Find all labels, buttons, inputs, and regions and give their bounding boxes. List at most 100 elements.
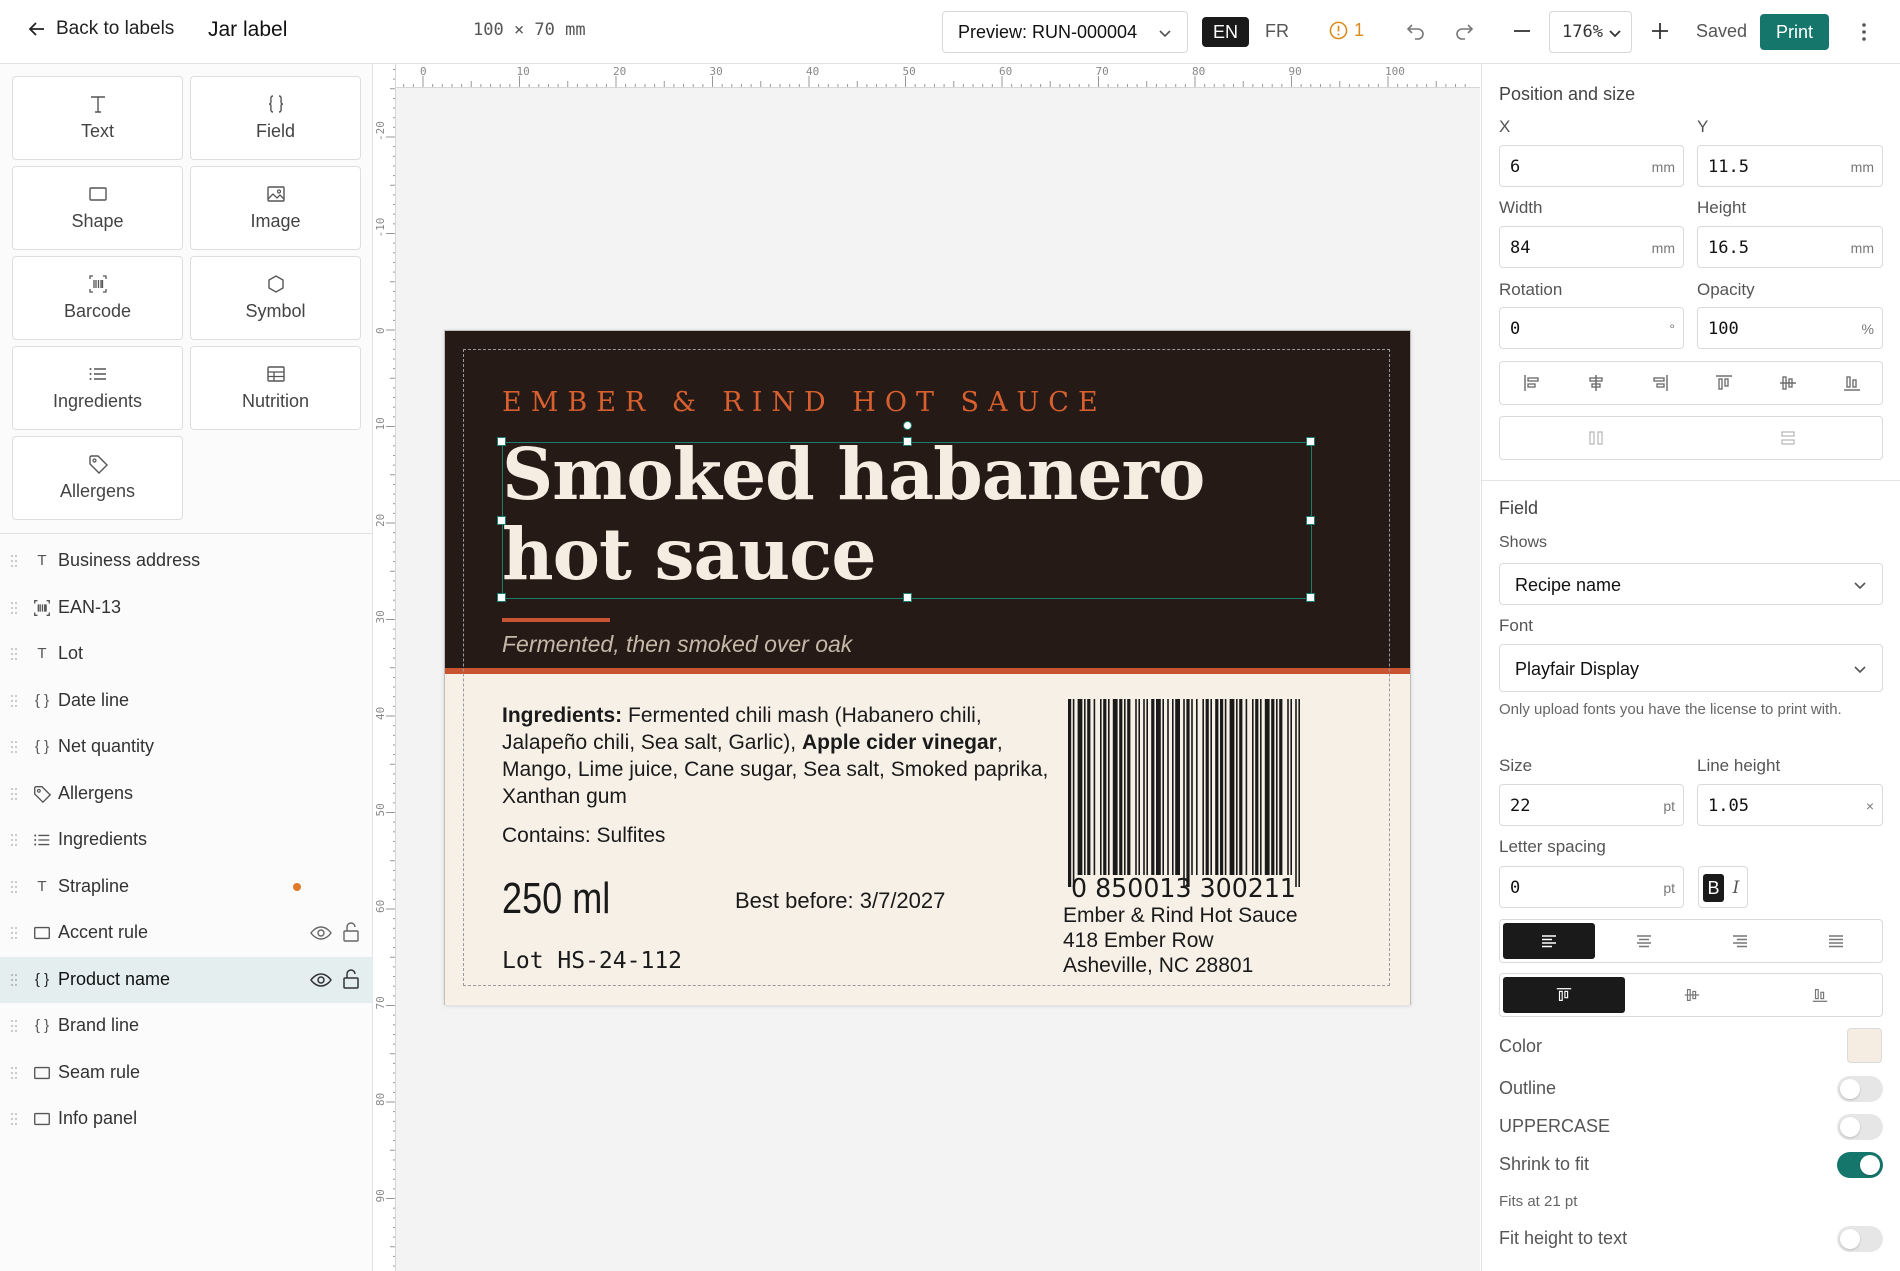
italic-toggle[interactable]: I — [1727, 874, 1745, 902]
width-input[interactable]: 84 mm — [1499, 226, 1684, 268]
y-input[interactable]: 11.5 mm — [1697, 145, 1883, 187]
allergens-line[interactable]: Contains: Sulfites — [502, 824, 665, 848]
tool-symbol-button[interactable]: Symbol — [190, 256, 361, 340]
text-align-left-button[interactable] — [1503, 923, 1595, 959]
unlock-icon[interactable] — [342, 921, 360, 943]
shrink-to-fit-toggle[interactable] — [1837, 1152, 1883, 1178]
drag-handle-icon[interactable] — [10, 1019, 18, 1033]
layer-item-selected[interactable]: { } Product name — [0, 957, 373, 1003]
layer-item[interactable]: { } Net quantity — [0, 724, 373, 770]
language-fr-button[interactable]: FR — [1265, 21, 1289, 42]
line-height-input[interactable]: 1.05 × — [1697, 784, 1883, 826]
align-left-button[interactable] — [1500, 362, 1564, 404]
tool-image-button[interactable]: Image — [190, 166, 361, 250]
fit-height-toggle[interactable] — [1837, 1226, 1883, 1252]
height-input[interactable]: 16.5 mm — [1697, 226, 1883, 268]
size-input[interactable]: 22 pt — [1499, 784, 1684, 826]
layer-item[interactable]: Seam rule — [0, 1050, 373, 1096]
preview-select[interactable]: Preview: RUN-000004 — [942, 11, 1188, 53]
resize-handle[interactable] — [1306, 593, 1315, 602]
resize-handle[interactable] — [497, 516, 506, 525]
layer-item[interactable]: { } Brand line — [0, 1003, 373, 1049]
layer-item[interactable]: T Strapline — [0, 864, 373, 910]
text-align-justify-button[interactable] — [1788, 920, 1884, 962]
align-middle-button[interactable] — [1756, 362, 1820, 404]
layer-item[interactable]: Accent rule — [0, 910, 373, 956]
drag-handle-icon[interactable] — [10, 833, 18, 847]
drag-handle-icon[interactable] — [10, 1112, 18, 1126]
align-bottom-button[interactable] — [1820, 362, 1884, 404]
tool-ingredients-button[interactable]: Ingredients — [12, 346, 183, 430]
layer-item[interactable]: T Business address — [0, 538, 373, 584]
selection-box[interactable] — [497, 421, 1315, 602]
text-align-center-button[interactable] — [1596, 920, 1692, 962]
shows-select[interactable]: Recipe name — [1499, 563, 1883, 605]
business-address[interactable]: Ember & Rind Hot Sauce 418 Ember Row Ash… — [1063, 903, 1298, 978]
drag-handle-icon[interactable] — [10, 926, 18, 940]
resize-handle[interactable] — [1306, 437, 1315, 446]
print-button[interactable]: Print — [1760, 14, 1829, 50]
tool-barcode-button[interactable]: Barcode — [12, 256, 183, 340]
drag-handle-icon[interactable] — [10, 973, 18, 987]
layer-item[interactable]: { } Date line — [0, 678, 373, 724]
align-top-button[interactable] — [1692, 362, 1756, 404]
align-center-h-button[interactable] — [1564, 362, 1628, 404]
bold-toggle[interactable]: B — [1703, 874, 1724, 902]
layer-item[interactable]: Ingredients — [0, 817, 373, 863]
net-quantity[interactable]: 250 ml — [502, 874, 610, 924]
redo-icon[interactable] — [1453, 20, 1475, 42]
valign-top-button[interactable] — [1503, 977, 1625, 1013]
distribute-vertical-button[interactable] — [1692, 417, 1884, 459]
layer-item[interactable]: T Lot — [0, 631, 373, 677]
tool-text-button[interactable]: Text — [12, 76, 183, 160]
drag-handle-icon[interactable] — [10, 880, 18, 894]
color-swatch[interactable] — [1847, 1028, 1882, 1063]
date-line[interactable]: Best before: 3/7/2027 — [735, 888, 945, 914]
drag-handle-icon[interactable] — [10, 1066, 18, 1080]
drag-handle-icon[interactable] — [10, 694, 18, 708]
resize-handle[interactable] — [497, 437, 506, 446]
ingredients-block[interactable]: Ingredients: Fermented chili mash (Haban… — [502, 702, 1062, 810]
back-to-labels-link[interactable]: Back to labels — [28, 18, 174, 40]
layer-item[interactable]: EAN-13 — [0, 585, 373, 631]
warnings-button[interactable]: 1 — [1329, 20, 1364, 41]
accent-rule[interactable] — [502, 618, 610, 622]
more-options-icon[interactable] — [1860, 20, 1868, 44]
resize-handle[interactable] — [903, 437, 912, 446]
zoom-select[interactable]: 176% — [1549, 11, 1632, 53]
zoom-out-icon[interactable] — [1512, 21, 1532, 41]
zoom-in-icon[interactable] — [1650, 21, 1670, 41]
outline-toggle[interactable] — [1837, 1076, 1883, 1102]
font-select[interactable]: Playfair Display — [1499, 644, 1883, 692]
language-en-button[interactable]: EN — [1202, 17, 1249, 47]
drag-handle-icon[interactable] — [10, 740, 18, 754]
layer-item[interactable]: Info panel — [0, 1096, 373, 1142]
canvas-area[interactable]: 0 10 20 30 40 50 60 70 80 90 100 -20 -10 0 10 20 30 40 50… — [374, 64, 1480, 1271]
tool-shape-button[interactable]: Shape — [12, 166, 183, 250]
resize-handle[interactable] — [903, 593, 912, 602]
undo-icon[interactable] — [1405, 20, 1427, 42]
uppercase-toggle[interactable] — [1837, 1114, 1883, 1140]
valign-bottom-button[interactable] — [1756, 974, 1884, 1016]
tool-field-button[interactable]: Field — [190, 76, 361, 160]
rotation-input[interactable]: 0 ° — [1499, 307, 1684, 349]
drag-handle-icon[interactable] — [10, 647, 18, 661]
tool-nutrition-button[interactable]: Nutrition — [190, 346, 361, 430]
distribute-horizontal-button[interactable] — [1500, 417, 1692, 459]
lot-line[interactable]: Lot HS-24-112 — [502, 948, 682, 974]
eye-icon[interactable] — [310, 923, 332, 943]
x-input[interactable]: 6 mm — [1499, 145, 1684, 187]
label-artboard[interactable]: EMBER & RIND HOT SAUCE Smoked habanero h… — [444, 330, 1411, 1005]
layer-item[interactable]: Allergens — [0, 771, 373, 817]
align-right-button[interactable] — [1628, 362, 1692, 404]
resize-handle[interactable] — [1306, 516, 1315, 525]
strapline[interactable]: Fermented, then smoked over oak — [502, 631, 852, 658]
ean-13-barcode[interactable]: 0 850013 300211 — [1066, 699, 1316, 899]
eye-icon[interactable] — [310, 970, 332, 990]
drag-handle-icon[interactable] — [10, 554, 18, 568]
text-align-right-button[interactable] — [1692, 920, 1788, 962]
letter-spacing-input[interactable]: 0 pt — [1499, 866, 1684, 908]
drag-handle-icon[interactable] — [10, 601, 18, 615]
brand-line[interactable]: EMBER & RIND HOT SAUCE — [502, 387, 1107, 418]
drag-handle-icon[interactable] — [10, 787, 18, 801]
